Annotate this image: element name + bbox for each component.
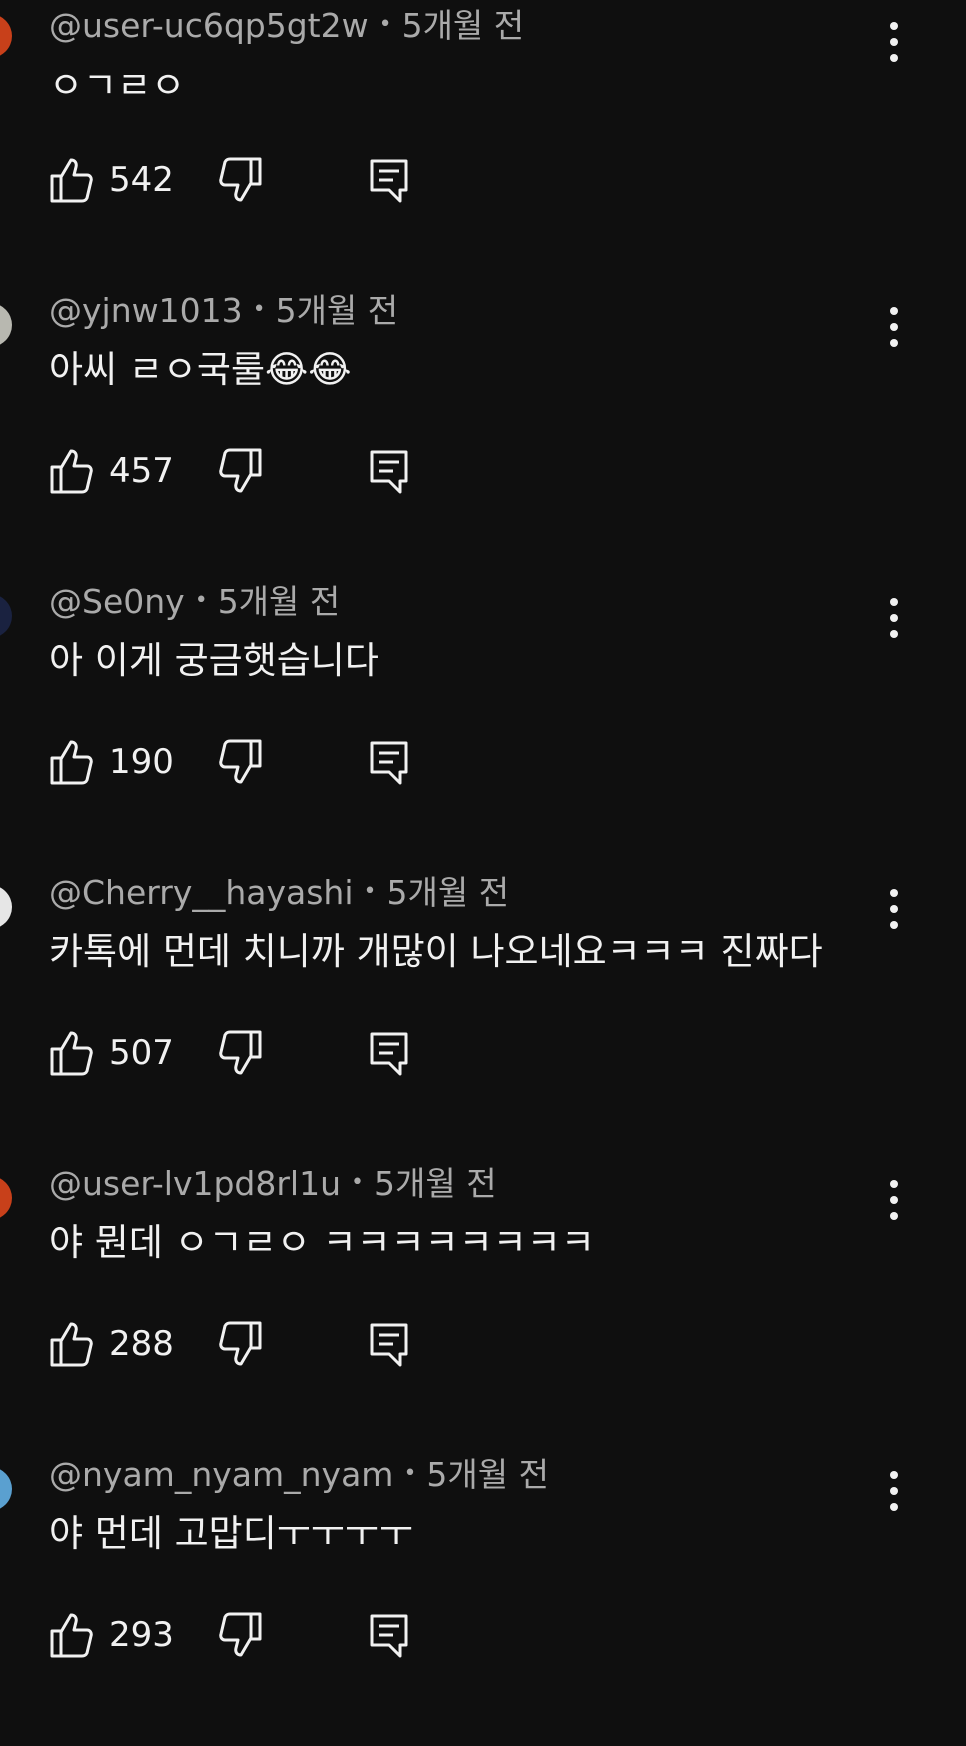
comment-time: 5개월 전 — [217, 582, 341, 621]
comment-text: 야 먼데 고맙디ㅜㅜㅜㅜ — [49, 1512, 413, 1555]
comment-meta: @yjnw1013 • 5개월 전 — [49, 291, 398, 333]
comment-author[interactable]: @user-uc6qp5gt2w — [49, 6, 369, 45]
comment-actions: 293 — [49, 1611, 549, 1661]
more-vertical-icon[interactable] — [876, 18, 912, 66]
more-vertical-icon[interactable] — [876, 303, 912, 351]
more-vertical-icon[interactable] — [876, 1467, 912, 1515]
comment-reply-icon[interactable] — [369, 740, 409, 786]
comment-time: 5개월 전 — [401, 6, 525, 45]
avatar[interactable] — [0, 885, 12, 929]
comment-time: 5개월 전 — [426, 1455, 549, 1494]
comment-author[interactable]: @yjnw1013 — [49, 291, 243, 330]
like-count: 288 — [109, 1324, 174, 1364]
thumb-up-icon[interactable] — [49, 156, 93, 204]
thumb-up-icon[interactable] — [49, 738, 93, 786]
thumb-down-icon[interactable] — [219, 1029, 263, 1077]
avatar[interactable] — [0, 14, 12, 58]
comment-item: @Se0ny • 5개월 전 아 이게 궁금햇습니다 190 — [0, 582, 966, 873]
comment-time: 5개월 전 — [386, 873, 510, 912]
comment-meta: @user-lv1pd8rl1u • 5개월 전 — [49, 1164, 497, 1206]
avatar[interactable] — [0, 1467, 12, 1511]
meta-separator: • — [363, 878, 377, 904]
comment-author[interactable]: @user-lv1pd8rl1u — [49, 1164, 341, 1203]
comment-meta: @nyam_nyam_nyam • 5개월 전 — [49, 1455, 549, 1497]
thumb-down-icon[interactable] — [219, 156, 263, 204]
thumb-down-icon[interactable] — [219, 447, 263, 495]
comment-item: @user-lv1pd8rl1u • 5개월 전 야 뭔데 ㅇㄱㄹㅇ ㅋㅋㅋㅋㅋㅋㅋ… — [0, 1164, 966, 1455]
comment-reply-icon[interactable] — [369, 449, 409, 495]
comment-text: 야 뭔데 ㅇㄱㄹㅇ ㅋㅋㅋㅋㅋㅋㅋㅋ — [49, 1221, 595, 1264]
thumb-up-icon[interactable] — [49, 447, 93, 495]
comment-time: 5개월 전 — [275, 291, 399, 330]
comment-actions: 288 — [49, 1320, 549, 1370]
comment-time: 5개월 전 — [374, 1164, 497, 1203]
comment-author[interactable]: @nyam_nyam_nyam — [49, 1455, 393, 1494]
comment-text: ㅇㄱㄹㅇ — [49, 64, 186, 107]
comment-reply-icon[interactable] — [369, 158, 409, 204]
meta-separator: • — [378, 11, 392, 37]
comment-text: 카톡에 먼데 치니까 개많이 나오네요ㅋㅋㅋ 진짜다 — [49, 930, 823, 973]
comment-actions: 542 — [49, 156, 549, 206]
comment-actions: 190 — [49, 738, 549, 788]
comment-meta: @user-uc6qp5gt2w • 5개월 전 — [49, 6, 524, 48]
comment-item: @nyam_nyam_nyam • 5개월 전 야 먼데 고맙디ㅜㅜㅜㅜ 293 — [0, 1455, 966, 1746]
thumb-up-icon[interactable] — [49, 1611, 93, 1659]
comment-author[interactable]: @Cherry__hayashi — [49, 873, 354, 912]
like-count: 542 — [109, 160, 174, 200]
more-vertical-icon[interactable] — [876, 1176, 912, 1224]
comment-reply-icon[interactable] — [369, 1031, 409, 1077]
comment-meta: @Se0ny • 5개월 전 — [49, 582, 340, 624]
like-count: 507 — [109, 1033, 174, 1073]
meta-separator: • — [252, 296, 266, 322]
comment-actions: 457 — [49, 447, 549, 497]
more-vertical-icon[interactable] — [876, 594, 912, 642]
comment-item: @user-uc6qp5gt2w • 5개월 전 ㅇㄱㄹㅇ 542 — [0, 0, 966, 291]
thumb-down-icon[interactable] — [219, 1611, 263, 1659]
thumb-down-icon[interactable] — [219, 1320, 263, 1368]
comment-reply-icon[interactable] — [369, 1322, 409, 1368]
comment-meta: @Cherry__hayashi • 5개월 전 — [49, 873, 509, 915]
avatar[interactable] — [0, 303, 12, 347]
comment-item: @yjnw1013 • 5개월 전 아씨 ㄹㅇ국룰😂😂 457 — [0, 291, 966, 582]
avatar[interactable] — [0, 594, 12, 638]
meta-separator: • — [351, 1169, 364, 1195]
like-count: 457 — [109, 451, 174, 491]
comment-actions: 507 — [49, 1029, 549, 1079]
comment-text: 아 이게 궁금햇습니다 — [49, 639, 379, 682]
meta-separator: • — [194, 587, 208, 613]
comment-item: @Cherry__hayashi • 5개월 전 카톡에 먼데 치니까 개많이 나오… — [0, 873, 966, 1164]
thumb-up-icon[interactable] — [49, 1029, 93, 1077]
thumb-up-icon[interactable] — [49, 1320, 93, 1368]
comment-author[interactable]: @Se0ny — [49, 582, 185, 621]
comment-text: 아씨 ㄹㅇ국룰😂😂 — [49, 348, 352, 391]
more-vertical-icon[interactable] — [876, 885, 912, 933]
like-count: 293 — [109, 1615, 174, 1655]
avatar[interactable] — [0, 1176, 12, 1220]
thumb-down-icon[interactable] — [219, 738, 263, 786]
comment-reply-icon[interactable] — [369, 1613, 409, 1659]
like-count: 190 — [109, 742, 174, 782]
meta-separator: • — [403, 1460, 417, 1486]
